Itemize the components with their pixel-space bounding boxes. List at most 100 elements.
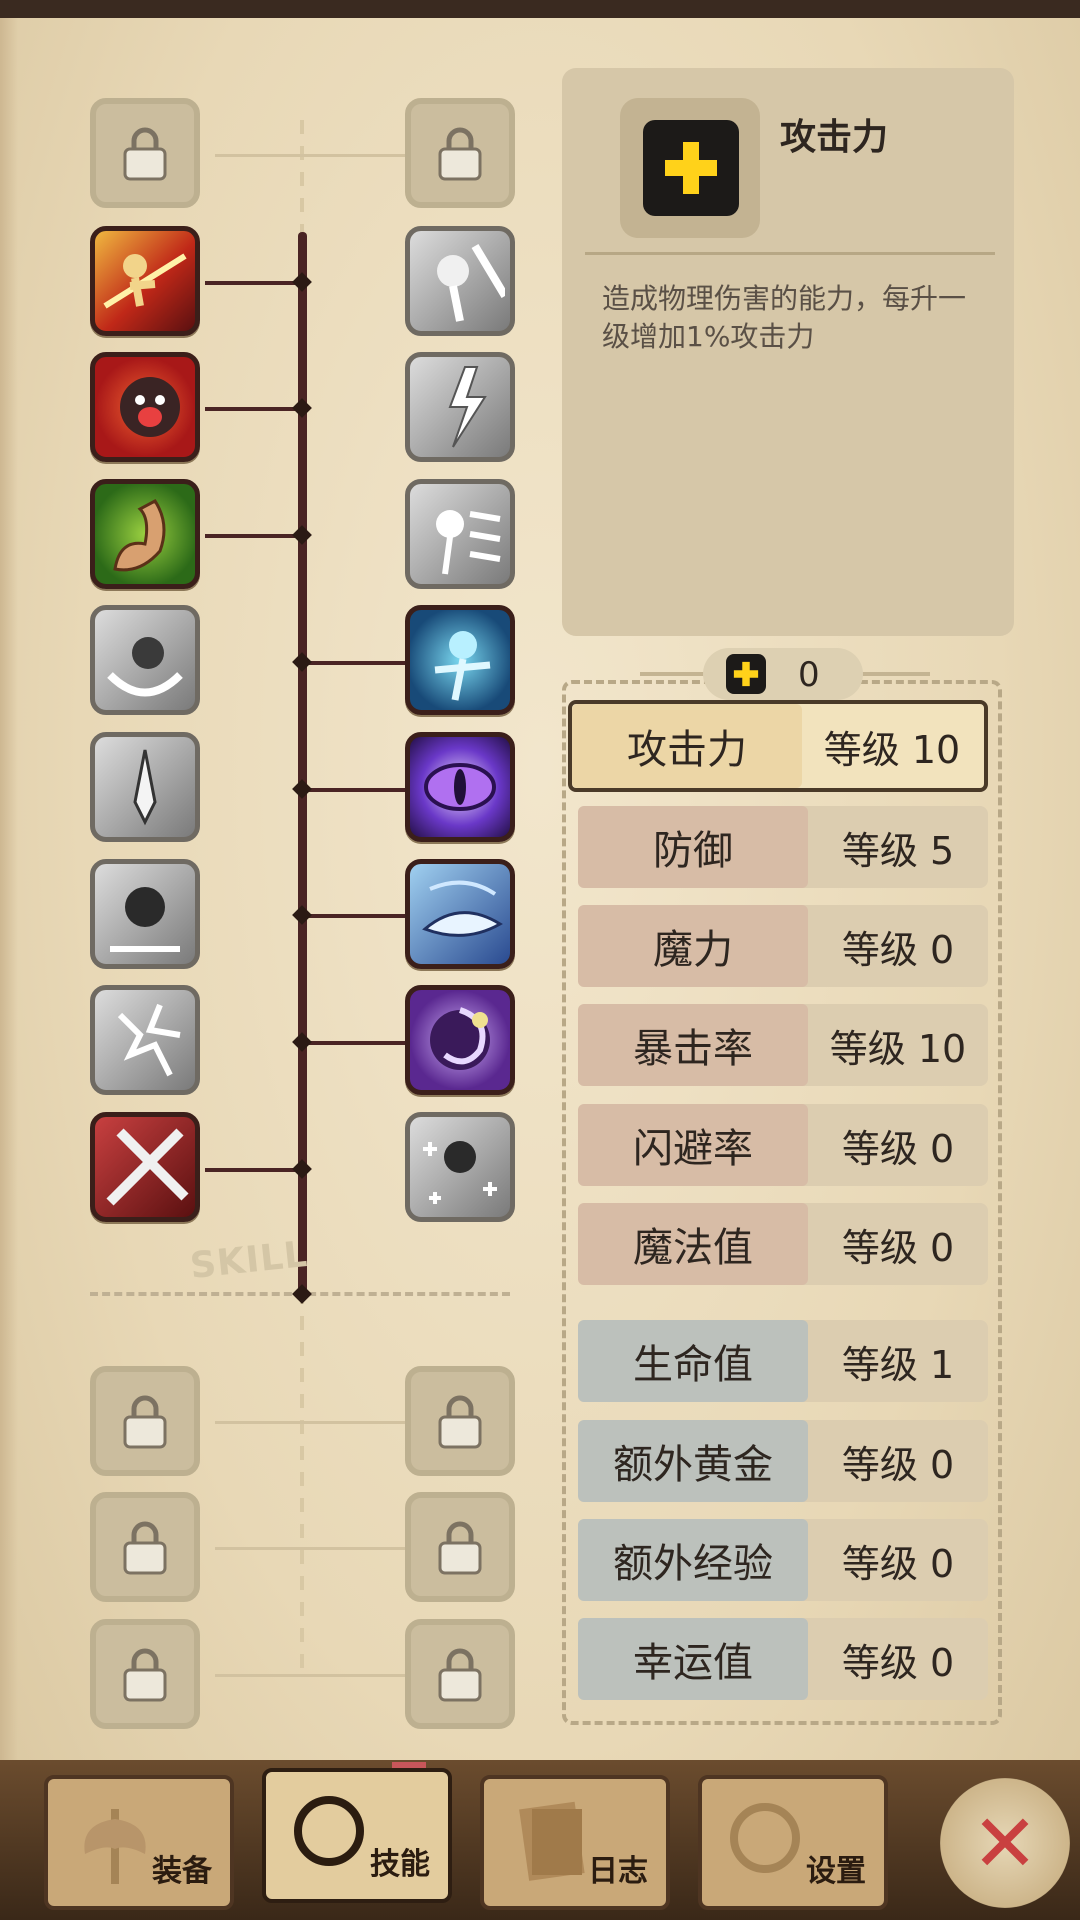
plus-icon — [726, 654, 766, 694]
stat-name: 魔法值 — [578, 1203, 808, 1285]
skill-gray-bless[interactable] — [405, 1112, 515, 1222]
stat-name: 额外黄金 — [578, 1420, 808, 1502]
stat-row-crit-rate[interactable]: 暴击率 等级 10 — [578, 1004, 988, 1086]
stat-level: 等级 0 — [841, 1442, 955, 1487]
stat-level: 等级 10 — [823, 727, 961, 772]
branch-line — [300, 1041, 405, 1045]
shadow-figure-icon — [110, 887, 180, 952]
stat-level: 等级 1 — [841, 1342, 955, 1387]
skill-cross-blades[interactable] — [90, 1112, 200, 1222]
branch-line — [300, 788, 405, 792]
skill-slot-locked[interactable] — [405, 1619, 515, 1729]
flexed-arm-icon — [113, 499, 166, 572]
stat-level: 等级 0 — [841, 1126, 955, 1171]
branch-line — [305, 154, 405, 157]
lock-icon — [123, 1521, 167, 1575]
stat-name: 防御 — [578, 806, 808, 888]
stat-level: 等级 0 — [841, 1225, 955, 1270]
sword-icon — [133, 749, 157, 826]
skill-gray-spin[interactable] — [90, 605, 200, 715]
branch-line — [305, 1421, 405, 1424]
vortex-icon — [430, 1007, 490, 1070]
stat-row-hp[interactable]: 生命值 等级 1 — [578, 1320, 988, 1402]
skill-slot-locked[interactable] — [405, 1492, 515, 1602]
tab-equipment[interactable]: 装备 — [44, 1775, 234, 1910]
spin-figure-icon — [107, 637, 183, 697]
branch-line — [215, 1674, 305, 1677]
stat-name: 生命值 — [578, 1320, 808, 1402]
storm-figure-icon — [434, 631, 491, 701]
stat-row-luck[interactable]: 幸运值 等级 0 — [578, 1618, 988, 1700]
stat-title: 攻击力 — [780, 117, 889, 158]
branch-line — [300, 914, 405, 918]
skill-gray-shatter[interactable] — [90, 985, 200, 1095]
skill-slot-locked[interactable] — [90, 1619, 200, 1729]
stat-name: 幸运值 — [578, 1618, 808, 1700]
lock-icon — [438, 1395, 482, 1449]
skill-tree-trunk — [298, 232, 307, 1295]
close-icon: ✕ — [971, 1796, 1039, 1890]
skill-gray-lightning[interactable] — [405, 352, 515, 462]
stat-description: 造成物理伤害的能力，每升一级增加1%攻击力 — [602, 282, 967, 353]
tab-label: 装备 — [152, 1854, 212, 1889]
skill-slot-locked[interactable] — [90, 1366, 200, 1476]
stat-name: 暴击率 — [578, 1004, 808, 1086]
close-button[interactable]: ✕ — [940, 1778, 1070, 1908]
tab-journal[interactable]: 日志 — [480, 1775, 670, 1910]
tab-skills[interactable]: 技能 — [262, 1768, 452, 1903]
skill-slot-locked[interactable] — [90, 98, 200, 208]
wind-blade-icon — [422, 880, 503, 937]
lock-icon — [438, 1521, 482, 1575]
branch-line — [305, 1674, 405, 1677]
skill-slot-locked[interactable] — [90, 1492, 200, 1602]
skill-slash-strike[interactable] — [90, 226, 200, 336]
rage-face-icon — [120, 377, 180, 437]
slash-figure-icon — [103, 253, 187, 309]
stat-row-mana[interactable]: 魔法值 等级 0 — [578, 1203, 988, 1285]
stat-level: 等级 10 — [829, 1026, 967, 1071]
skill-slot-locked[interactable] — [405, 1366, 515, 1476]
skill-gray-charge[interactable] — [405, 479, 515, 589]
stat-row-dodge-rate[interactable]: 闪避率 等级 0 — [578, 1104, 988, 1186]
stat-level: 等级 0 — [841, 1640, 955, 1685]
lock-icon — [123, 1648, 167, 1702]
skill-ring-icon — [294, 1796, 364, 1866]
lock-icon — [438, 1648, 482, 1702]
stat-name: 魔力 — [578, 905, 808, 987]
stat-row-defense[interactable]: 防御 等级 5 — [578, 806, 988, 888]
skill-storm-strike[interactable] — [405, 605, 515, 715]
lock-icon — [123, 127, 167, 181]
stat-row-bonus-exp[interactable]: 额外经验 等级 0 — [578, 1519, 988, 1601]
plus-icon — [643, 120, 739, 216]
skill-slot-locked[interactable] — [405, 98, 515, 208]
skill-gray-shadow[interactable] — [90, 859, 200, 969]
branch-line — [215, 154, 305, 157]
eye-icon — [424, 763, 496, 811]
stat-row-bonus-gold[interactable]: 额外黄金 等级 0 — [578, 1420, 988, 1502]
stat-level: 等级 5 — [841, 828, 955, 873]
skill-gray-sword[interactable] — [90, 732, 200, 842]
crossed-swords-icon — [106, 1128, 189, 1206]
gear-icon — [730, 1803, 800, 1873]
stat-row-magic[interactable]: 魔力 等级 0 — [578, 905, 988, 987]
stat-level: 等级 0 — [841, 927, 955, 972]
charge-figure-icon — [436, 510, 501, 575]
branch-line — [205, 281, 305, 285]
skill-rage-roar[interactable] — [90, 352, 200, 462]
skill-muscle-power[interactable] — [90, 479, 200, 589]
stat-name: 额外经验 — [578, 1519, 808, 1601]
stat-row-attack[interactable]: 攻击力 等级 10 — [568, 700, 988, 792]
journal-icon — [519, 1801, 585, 1881]
lock-icon — [438, 127, 482, 181]
tab-settings[interactable]: 设置 — [698, 1775, 888, 1910]
skill-gray-dash[interactable] — [405, 226, 515, 336]
skill-wind-blade[interactable] — [405, 859, 515, 969]
branch-line — [300, 661, 405, 665]
axe-icon — [84, 1809, 146, 1884]
skill-void-eye[interactable] — [405, 732, 515, 842]
tab-label: 设置 — [806, 1854, 866, 1889]
stat-level: 等级 0 — [841, 1541, 955, 1586]
top-border — [0, 0, 1080, 18]
skill-arcane-vortex[interactable] — [405, 985, 515, 1095]
tab-label: 技能 — [370, 1847, 430, 1882]
